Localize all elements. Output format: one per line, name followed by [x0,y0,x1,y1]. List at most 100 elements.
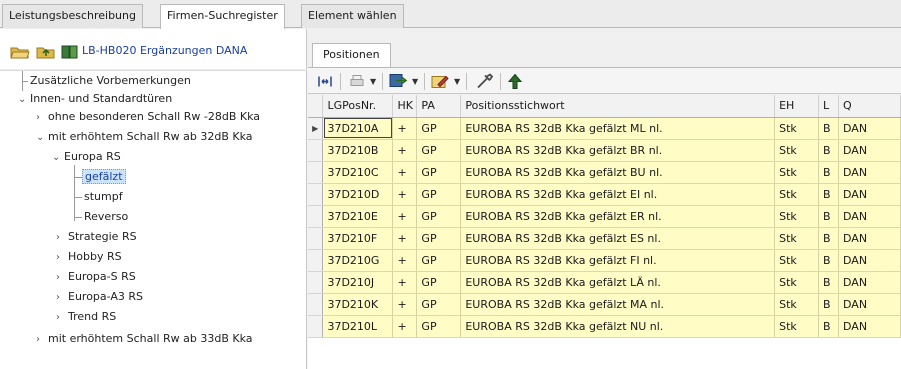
table-row[interactable]: 37D210B + GP EUROBA RS 32dB Kka gefälzt … [308,139,901,162]
table-row[interactable]: 37D210D + GP EUROBA RS 32dB Kka gefälzt … [308,183,901,206]
cell-q[interactable]: DAN [838,117,901,140]
cell-lgposnr[interactable]: 37D210F [322,227,394,250]
cell-eh[interactable]: Stk [774,183,820,206]
cell-hk[interactable]: + [392,183,418,206]
cell-l[interactable]: B [818,161,840,184]
cell-eh[interactable]: Stk [774,227,820,250]
cell-q[interactable]: DAN [838,293,901,316]
columns-icon[interactable] [316,72,334,91]
cell-hk[interactable]: + [392,249,418,272]
table-row[interactable]: 37D210J + GP EUROBA RS 32dB Kka gefälzt … [308,271,901,294]
table-row[interactable]: 37D210E + GP EUROBA RS 32dB Kka gefälzt … [308,205,901,228]
cell-eh[interactable]: Stk [774,117,820,140]
chevron-right-icon[interactable]: › [56,248,68,268]
chevron-right-icon[interactable]: › [36,330,48,350]
cell-pa[interactable]: GP [416,227,462,250]
edit-icon[interactable] [430,72,450,91]
tree-icon[interactable] [506,72,524,91]
tab-firmen-suchregister[interactable]: Firmen-Suchregister [160,4,285,29]
table-row[interactable]: 37D210C + GP EUROBA RS 32dB Kka gefälzt … [308,161,901,184]
chevron-right-icon[interactable]: › [36,108,48,128]
cell-eh[interactable]: Stk [774,249,820,272]
cell-l[interactable]: B [818,205,840,228]
tree-item[interactable]: › Hobby RS [56,247,122,267]
chevron-down-icon[interactable]: ⌄ [18,90,30,110]
table-row[interactable]: 37D210F + GP EUROBA RS 32dB Kka gefälzt … [308,227,901,250]
dropdown-arrow-icon[interactable]: ▼ [454,73,460,90]
cell-hk[interactable]: + [392,205,418,228]
cell-hk[interactable]: + [392,271,418,294]
cell-hk[interactable]: + [392,161,418,184]
tree-item[interactable]: ⌄ Innen- und Standardtüren [18,89,172,109]
cell-lgposnr[interactable]: 37D210K [322,293,394,316]
cell-l[interactable]: B [818,315,840,338]
cell-eh[interactable]: Stk [774,205,820,228]
column-header[interactable]: PA [416,95,462,118]
column-header[interactable]: Positionsstichwort [460,95,776,118]
chevron-down-icon[interactable]: ⌄ [36,128,48,148]
folder-up-icon[interactable] [36,45,56,59]
cell-lgposnr[interactable]: 37D210E [322,205,394,228]
cell-lgposnr[interactable]: 37D210A [322,117,394,140]
column-header[interactable]: L [818,95,840,118]
tree-item[interactable]: ⌄ mit erhöhtem Schall Rw ab 32dB Kka [36,127,253,147]
project-label[interactable]: LB-HB020 Ergänzungen DANA [82,44,247,57]
tree-item[interactable]: stumpf [84,187,123,207]
cell-q[interactable]: DAN [838,249,901,272]
cell-stichwort[interactable]: EUROBA RS 32dB Kka gefälzt BU nl. [460,161,776,184]
tree-item[interactable]: › Europa-S RS [56,267,136,287]
tree-item[interactable]: › Strategie RS [56,227,137,247]
cell-lgposnr[interactable]: 37D210J [322,271,394,294]
tree-item[interactable]: › Europa-A3 RS [56,287,143,307]
table-row[interactable]: 37D210L + GP EUROBA RS 32dB Kka gefälzt … [308,315,901,338]
chevron-down-icon[interactable]: ⌄ [52,148,64,168]
cell-hk[interactable]: + [392,139,418,162]
cell-l[interactable]: B [818,227,840,250]
chevron-right-icon[interactable]: › [56,268,68,288]
chevron-right-icon[interactable]: › [56,308,68,328]
cell-l[interactable]: B [818,271,840,294]
export-icon[interactable] [388,72,408,91]
cell-eh[interactable]: Stk [774,293,820,316]
cell-pa[interactable]: GP [416,271,462,294]
cell-eh[interactable]: Stk [774,161,820,184]
cell-hk[interactable]: + [392,227,418,250]
table-row[interactable]: 37D210K + GP EUROBA RS 32dB Kka gefälzt … [308,293,901,316]
cell-pa[interactable]: GP [416,249,462,272]
cell-hk[interactable]: + [392,315,418,338]
tree-item[interactable]: › ohne besonderen Schall Rw -28dB Kka [36,107,260,127]
tree-item[interactable]: Zusätzliche Vorbemerkungen [30,71,191,91]
cell-stichwort[interactable]: EUROBA RS 32dB Kka gefälzt MA nl. [460,293,776,316]
tree-item[interactable]: ⌄ Europa RS [52,147,121,167]
book-icon[interactable] [60,45,80,59]
cell-eh[interactable]: Stk [774,139,820,162]
table-row[interactable]: 37D210G + GP EUROBA RS 32dB Kka gefälzt … [308,249,901,272]
column-header[interactable]: HK [392,95,418,118]
cell-l[interactable]: B [818,139,840,162]
tree-item[interactable]: › mit erhöhtem Schall Rw ab 33dB Kka [36,329,253,349]
cell-eh[interactable]: Stk [774,315,820,338]
cell-pa[interactable]: GP [416,205,462,228]
cell-stichwort[interactable]: EUROBA RS 32dB Kka gefälzt FI nl. [460,249,776,272]
cell-stichwort[interactable]: EUROBA RS 32dB Kka gefälzt ER nl. [460,205,776,228]
cell-stichwort[interactable]: EUROBA RS 32dB Kka gefälzt NU nl. [460,315,776,338]
cell-pa[interactable]: GP [416,293,462,316]
cell-lgposnr[interactable]: 37D210C [322,161,394,184]
dropdown-arrow-icon[interactable]: ▼ [412,73,418,90]
chevron-right-icon[interactable]: › [56,288,68,308]
tree-item[interactable]: Reverso [84,207,128,227]
cell-q[interactable]: DAN [838,161,901,184]
cell-q[interactable]: DAN [838,183,901,206]
cell-q[interactable]: DAN [838,227,901,250]
cell-l[interactable]: B [818,293,840,316]
cell-stichwort[interactable]: EUROBA RS 32dB Kka gefälzt BR nl. [460,139,776,162]
tools-icon[interactable] [474,72,494,91]
cell-lgposnr[interactable]: 37D210L [322,315,394,338]
tree-item-selected[interactable]: gefälzt [82,167,126,187]
table-row[interactable]: ▶ 37D210A + GP EUROBA RS 32dB Kka gefälz… [308,117,901,140]
cell-stichwort[interactable]: EUROBA RS 32dB Kka gefälzt EI nl. [460,183,776,206]
cell-hk[interactable]: + [392,293,418,316]
cell-eh[interactable]: Stk [774,271,820,294]
cell-l[interactable]: B [818,183,840,206]
folder-open-icon[interactable] [10,45,30,59]
